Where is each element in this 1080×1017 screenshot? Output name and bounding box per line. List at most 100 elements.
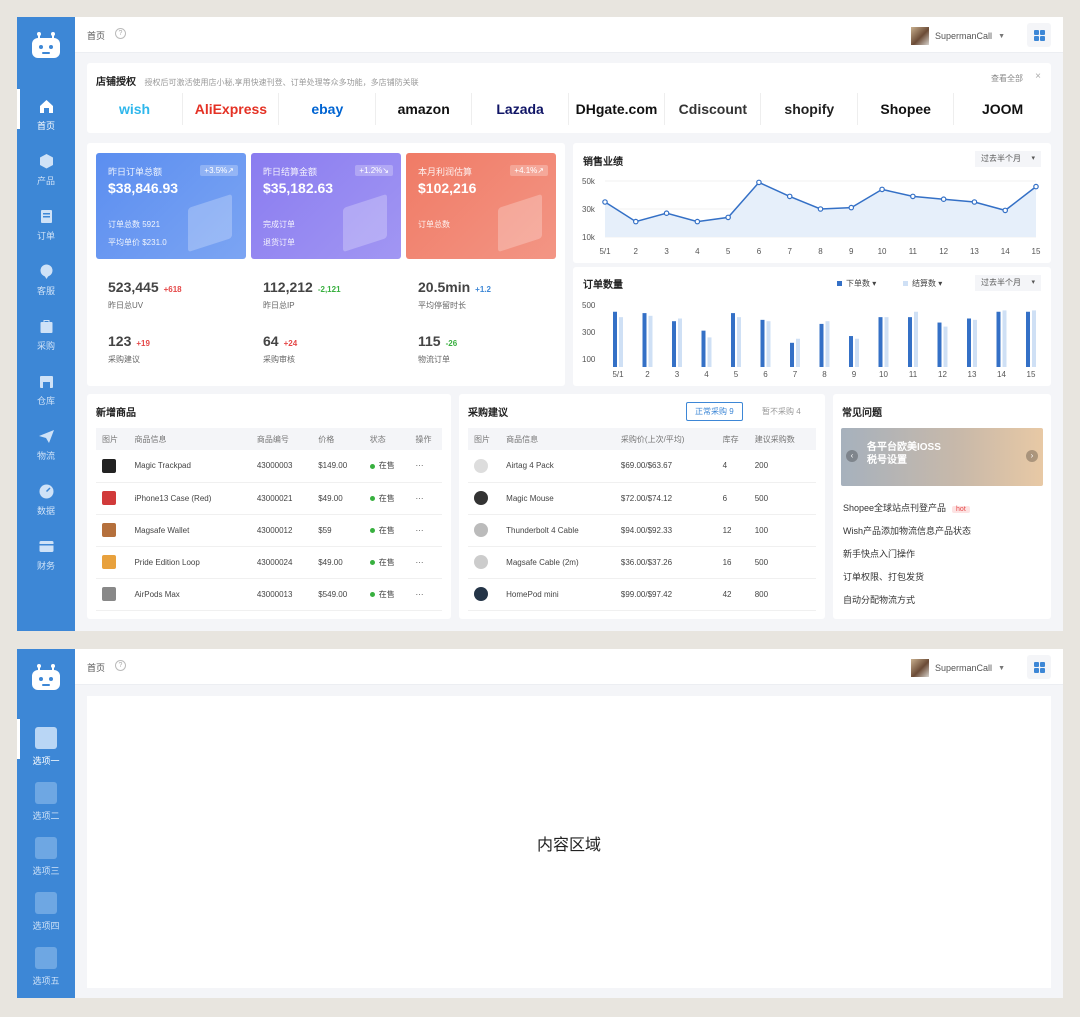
bar-settled — [766, 321, 771, 367]
help-icon[interactable]: ? — [115, 660, 126, 671]
platform-9[interactable]: JOOM — [955, 93, 1051, 125]
top-bar: 首页 ? SupermanCall ▼ — [75, 17, 1063, 53]
x-tick-label: 5/1 — [612, 370, 624, 379]
table-row[interactable]: Magsafe Cable (2m) $36.00/$37.26 16 500 — [468, 546, 816, 579]
help-icon[interactable]: ? — [115, 28, 126, 39]
sidebar-option-2[interactable]: 选项三 — [17, 829, 75, 881]
platform-7[interactable]: shopify — [762, 93, 858, 125]
more-actions-button[interactable]: ··· — [409, 450, 442, 483]
bar-orders — [849, 336, 853, 367]
stat-label: 平均停留时长 — [418, 301, 466, 310]
platform-0[interactable]: wish — [87, 93, 183, 125]
sidebar-item-label: 财务 — [36, 561, 55, 571]
tab-hold-purchase[interactable]: 暂不采购 4 — [762, 406, 801, 417]
faq-item[interactable]: 自动分配物流方式 — [843, 593, 915, 606]
stock: 6 — [716, 482, 749, 515]
table-row[interactable]: Thunderbolt 4 Cable $94.00/$92.33 12 100 — [468, 514, 816, 547]
sales-line-chart: 50k 30k 10k5/1 2 3 4 5 6 7 8 9 10 11 12 13 14 15 — [582, 177, 1041, 256]
bar-settled — [1032, 310, 1036, 367]
sidebar-item-4[interactable]: 采购 — [17, 309, 75, 361]
faq-item[interactable]: Wish产品添加物流信息产品状态 — [843, 524, 971, 537]
platform-5[interactable]: DHgate.com — [569, 93, 665, 125]
x-tick-label: 15 — [1027, 370, 1036, 379]
faq-item[interactable]: 新手快点入门操作 — [843, 547, 915, 560]
view-all-link[interactable]: 查看全部 — [991, 73, 1023, 84]
tab-normal-purchase[interactable]: 正常采购 9 — [686, 402, 743, 421]
x-tick-label: 8 — [818, 247, 823, 256]
sidebar-item-7[interactable]: 数据 — [17, 474, 75, 526]
bar-orders — [967, 318, 971, 367]
platform-6[interactable]: Cdiscount — [665, 93, 762, 125]
faq-item[interactable]: 订单权限、打包发货 — [843, 570, 924, 583]
platform-2[interactable]: ebay — [280, 93, 376, 125]
table-row[interactable]: iPhone13 Case (Red) 43000021 $49.00 在售 ··· — [96, 482, 442, 515]
sidebar-item-5[interactable]: 仓库 — [17, 364, 75, 416]
faq-item[interactable]: Shopee全球站点刊登产品 hot — [843, 501, 970, 514]
kpi-value: $35,182.63 — [263, 180, 334, 196]
kpi-card-0[interactable]: 昨日订单总额 $38,846.93 +3.5%↗ 订单总数 5921 平均单价 $231… — [96, 153, 246, 259]
sidebar-item-6[interactable]: 物流 — [17, 419, 75, 471]
sidebar-item-0[interactable]: 首页 — [17, 89, 75, 141]
sidebar-item-8[interactable]: 财务 — [17, 529, 75, 581]
breadcrumb[interactable]: 首页 — [87, 661, 105, 674]
option-icon — [35, 782, 57, 804]
sidebar-item-1[interactable]: 产品 — [17, 144, 75, 196]
user-menu[interactable]: SupermanCall ▼ — [911, 659, 1005, 677]
kpi-card-1[interactable]: 昨日结算金额 $35,182.63 +1.2%↘ 完成订单 退货订单 — [251, 153, 401, 259]
suggested-qty: 500 — [748, 482, 816, 515]
sidebar-option-4[interactable]: 选项五 — [17, 939, 75, 991]
more-actions-button[interactable]: ··· — [409, 578, 442, 611]
table-row[interactable]: Magsafe Wallet 43000012 $59 在售 ··· — [96, 514, 442, 547]
chevron-right-icon[interactable]: › — [1026, 450, 1038, 462]
table-row[interactable]: Magic Trackpad 43000003 $149.00 在售 ··· — [96, 450, 442, 483]
more-actions-button[interactable]: ··· — [409, 482, 442, 515]
kpi-badge: +4.1%↗ — [510, 165, 548, 176]
bar-settled — [619, 317, 623, 367]
platform-1[interactable]: AliExpress — [183, 93, 280, 125]
bar-orders — [937, 322, 942, 367]
product-thumbnail — [102, 491, 116, 505]
sidebar-item-label: 物流 — [36, 451, 55, 461]
more-actions-button[interactable]: ··· — [409, 546, 442, 579]
platform-4[interactable]: Lazada — [473, 93, 569, 125]
table-row[interactable]: Magic Mouse $72.00/$74.12 6 500 — [468, 482, 816, 515]
platform-8[interactable]: Shopee — [858, 93, 955, 125]
chevron-left-icon[interactable]: ‹ — [846, 450, 858, 462]
platform-3[interactable]: amazon — [376, 93, 473, 125]
table-row[interactable]: AirPods Max 43000013 $549.00 在售 ··· — [96, 578, 442, 611]
product-name: Thunderbolt 4 Cable — [500, 514, 615, 547]
sidebar-item-3[interactable]: 客服 — [17, 254, 75, 306]
table-row[interactable]: Pride Edition Loop 43000024 $49.00 在售 ··· — [96, 546, 442, 579]
close-icon[interactable]: × — [1035, 71, 1041, 82]
sales-point — [1002, 207, 1009, 214]
sales-point — [817, 206, 824, 212]
product-thumbnail — [474, 587, 488, 601]
apps-grid-button[interactable] — [1027, 655, 1051, 679]
option-icon — [35, 892, 57, 914]
column-header: 商品编号 — [250, 428, 313, 450]
more-actions-button[interactable]: ··· — [409, 514, 442, 547]
blank-window: 选项一 选项二 选项三 选项四 选项五 首页 ? SupermanCall ▼ 内容区域 — [17, 649, 1063, 998]
x-tick-label: 3 — [664, 247, 669, 256]
product-name: HomePod mini — [500, 578, 615, 611]
faq-title: 常见问题 — [842, 408, 882, 419]
x-tick-label: 5 — [726, 247, 731, 256]
stat-delta: -2,121 — [317, 285, 341, 294]
sidebar-item-label: 订单 — [36, 231, 55, 241]
robot-logo-icon — [32, 32, 60, 58]
faq-banner[interactable]: 各平台欧美IOSS 税号设置 ‹ › — [841, 428, 1043, 486]
sidebar-option-0[interactable]: 选项一 — [17, 719, 75, 771]
stat-label: 物流订单 — [418, 355, 450, 364]
bar-orders — [908, 317, 912, 367]
user-menu[interactable]: SupermanCall ▼ — [911, 27, 1005, 45]
kpi-card-2[interactable]: 本月利润估算 $102,216 +4.1%↗ 订单总数 — [406, 153, 556, 259]
sidebar-option-3[interactable]: 选项四 — [17, 884, 75, 936]
new-products-table: 图片 商品信息 商品编号 价格 状态 操作 Magic Trackpad 43000003 $… — [96, 428, 442, 611]
breadcrumb[interactable]: 首页 — [87, 29, 105, 42]
sidebar-item-2[interactable]: 订单 — [17, 199, 75, 251]
table-row[interactable]: HomePod mini $99.00/$97.42 42 800 — [468, 578, 816, 611]
x-tick-label: 8 — [822, 370, 827, 379]
table-row[interactable]: Airtag 4 Pack $69.00/$63.67 4 200 — [468, 450, 816, 483]
sidebar-option-1[interactable]: 选项二 — [17, 774, 75, 826]
apps-grid-button[interactable] — [1027, 23, 1051, 47]
